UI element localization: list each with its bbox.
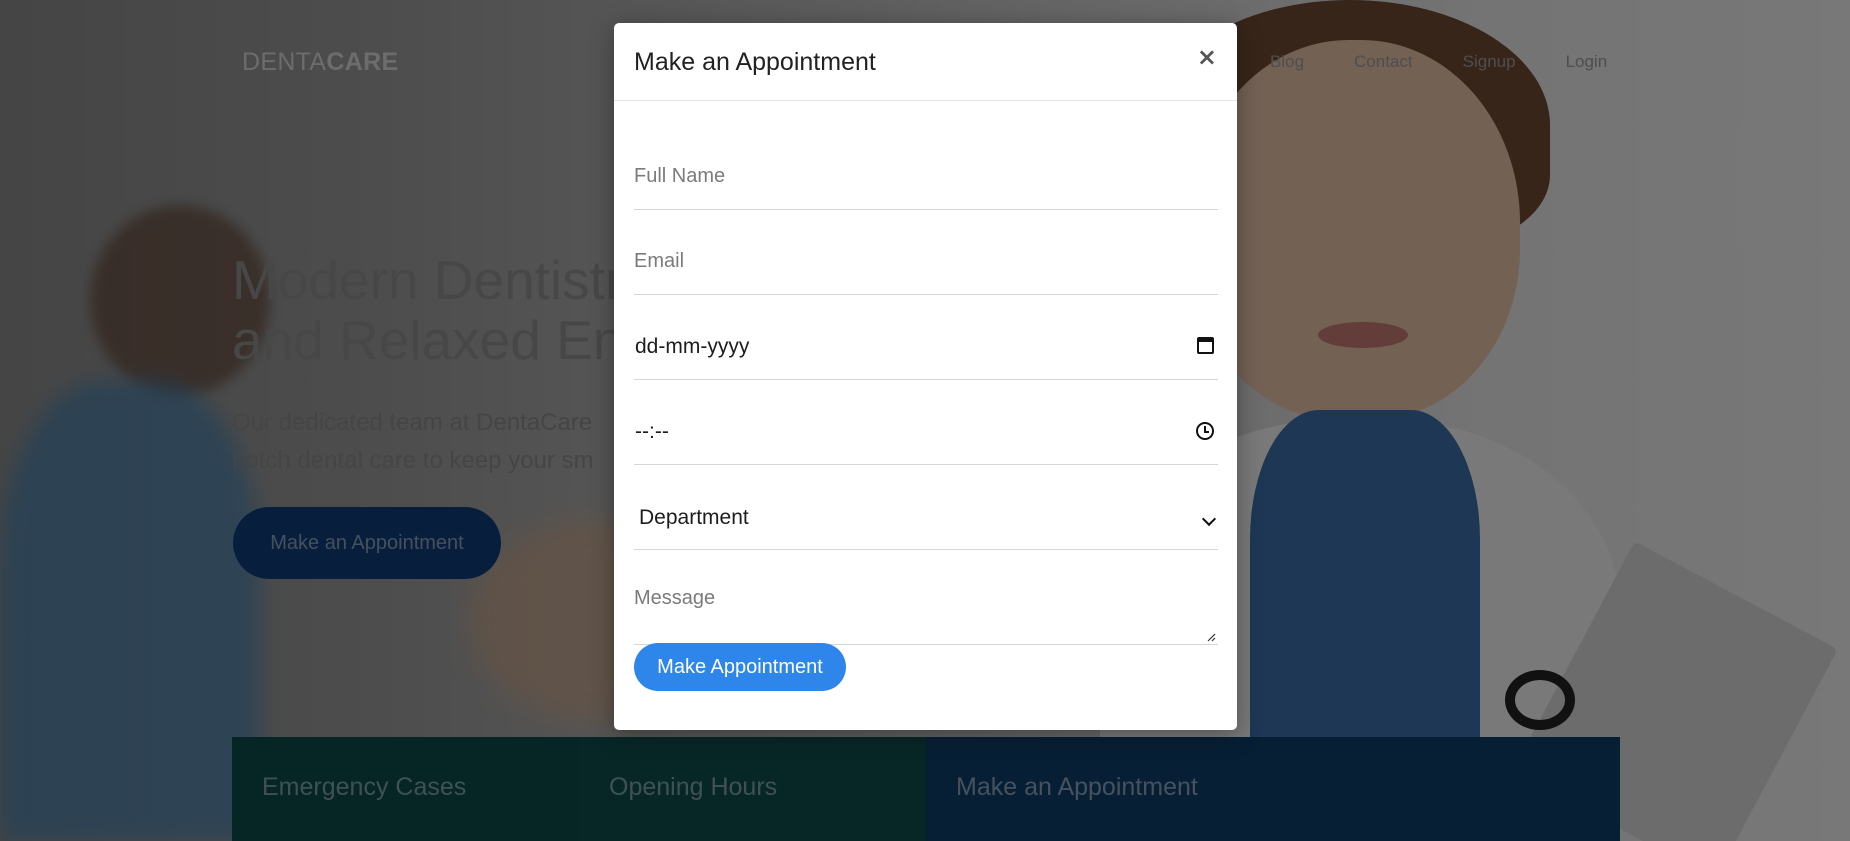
- date-value: dd-mm-yyyy: [635, 335, 750, 358]
- time-input[interactable]: --:--: [634, 385, 1218, 465]
- chevron-down-icon[interactable]: [1201, 508, 1217, 529]
- make-appointment-button[interactable]: Make Appointment: [634, 643, 846, 691]
- department-select[interactable]: Department: [634, 470, 1218, 550]
- date-input[interactable]: dd-mm-yyyy: [634, 300, 1218, 380]
- email-placeholder: Email: [634, 250, 685, 272]
- time-value: --:--: [635, 420, 669, 443]
- modal-title: Make an Appointment: [634, 48, 876, 76]
- appointment-modal: Make an Appointment × Full Name Email dd…: [614, 23, 1237, 730]
- email-input[interactable]: Email: [634, 215, 1218, 295]
- close-icon[interactable]: ×: [1197, 45, 1217, 69]
- department-selected-value: Department: [639, 506, 749, 529]
- calendar-icon[interactable]: [1197, 337, 1214, 359]
- message-textarea[interactable]: Message: [634, 555, 1218, 645]
- full-name-placeholder: Full Name: [634, 165, 726, 187]
- message-placeholder: Message: [634, 587, 716, 609]
- modal-header: Make an Appointment ×: [614, 23, 1237, 101]
- resize-handle-icon[interactable]: [1206, 632, 1216, 642]
- full-name-input[interactable]: Full Name: [634, 130, 1218, 210]
- clock-icon[interactable]: [1196, 422, 1214, 445]
